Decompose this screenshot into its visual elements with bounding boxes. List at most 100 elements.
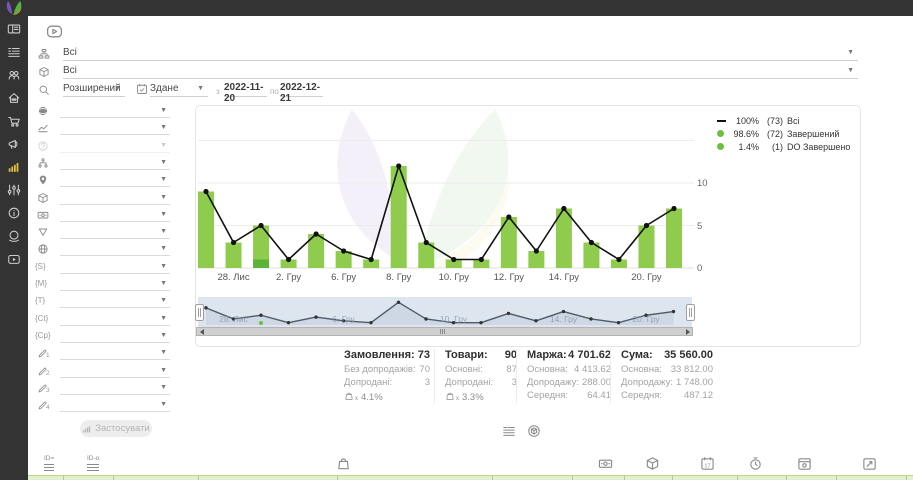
status-group-dropdown[interactable]: Всі ▼ (63, 46, 858, 61)
scrollbar-grip[interactable] (440, 329, 445, 334)
filter-dropdown-9[interactable]: ▼ (60, 260, 170, 274)
chart-scrollbar[interactable] (196, 327, 693, 336)
filter-dropdown-17[interactable]: ▼ (60, 398, 170, 412)
filter-dropdown-3[interactable]: ▼ (60, 156, 170, 170)
sidebar-item-clients[interactable] (6, 70, 22, 85)
sidebar-item-marketing[interactable] (6, 139, 22, 154)
filter-dropdown-14[interactable]: ▼ (60, 346, 170, 360)
calendar-day-icon[interactable] (797, 456, 812, 476)
filter-dropdown-8[interactable]: ▼ (60, 242, 170, 256)
orders-ido-icon[interactable]: ID-o (87, 456, 99, 471)
date-from-input[interactable]: 2022-11-20 (224, 82, 267, 97)
apply-filters-button[interactable]: Застосувати (80, 420, 152, 437)
scrollbar-left-arrow[interactable] (197, 328, 206, 335)
filter-dropdown-2[interactable]: ▼ (60, 139, 170, 153)
stat-column-0: Замовлення:73Без допродажів:70Допродані:… (344, 349, 430, 404)
package-icon (37, 191, 52, 205)
app-logo (5, 1, 24, 15)
x-tick: 14. Гру (542, 272, 586, 283)
filter-dropdown-12[interactable]: ▼ (60, 312, 170, 326)
filter-row-6: ▼ (33, 208, 170, 223)
legend-item-2[interactable]: 1.4%(1)DO Завершено (717, 140, 857, 153)
bag-icon (344, 391, 354, 404)
y-tick-5: 5 (697, 221, 715, 232)
money-icon[interactable] (598, 456, 613, 476)
filter-row-8: ▼ (33, 242, 170, 257)
sidebar-item-integrations[interactable] (6, 185, 22, 200)
trend-icon (37, 121, 52, 135)
search-mode-dropdown[interactable]: Розширений ▼ (63, 82, 125, 97)
filter-dropdown-16[interactable]: ▼ (60, 381, 170, 395)
filter-dropdown-7[interactable]: ▼ (60, 225, 170, 239)
warehouse-icon (7, 91, 21, 110)
sidebar-item-orders[interactable] (6, 47, 22, 62)
filter-dropdown-11[interactable]: ▼ (60, 294, 170, 308)
sidebar-item-procurement[interactable] (6, 116, 22, 131)
filter-row-0: ▼ (33, 104, 170, 119)
chart-range-navigator[interactable]: 28. Лис6. Гру10. Гру14. Гру20. Гру (198, 297, 692, 327)
svg-text:17: 17 (704, 463, 710, 469)
orders-chart-plot[interactable] (196, 106, 716, 291)
legend-dot-marker (717, 130, 729, 137)
cart-icon (7, 114, 21, 133)
y-tick-0: 0 (697, 263, 715, 274)
package-icon (38, 65, 50, 83)
filter-dropdown-10[interactable]: ▼ (60, 277, 170, 291)
chevron-down-icon: ▼ (160, 332, 167, 339)
package-circle-icon[interactable] (527, 424, 542, 439)
filter-dropdown-5[interactable]: ▼ (60, 191, 170, 205)
chevron-down-icon: ▼ (114, 85, 121, 92)
package-icon[interactable] (645, 456, 660, 476)
sidebar-item-about[interactable] (6, 208, 22, 223)
filter-row-2: ▼ (33, 139, 170, 154)
stat-column-1: Товари:90Основні:87Допродані:3x3.3% (434, 349, 517, 404)
chevron-down-icon: ▼ (847, 67, 854, 74)
search-icon (38, 83, 50, 101)
date-field-dropdown[interactable]: Здане ▼ (150, 82, 208, 97)
filter-dropdown-6[interactable]: ▼ (60, 208, 170, 222)
filter-dropdown-13[interactable]: ▼ (60, 329, 170, 343)
filter-dropdown-4[interactable]: ▼ (60, 173, 170, 187)
bar-chart-icon (7, 160, 21, 179)
filter-row-7: ▼ (33, 225, 170, 240)
chevron-down-icon: ▼ (197, 85, 204, 92)
pin-icon (37, 173, 52, 187)
video-tutorial-button[interactable] (46, 23, 68, 39)
filter-dropdown-15[interactable]: ▼ (60, 364, 170, 378)
summary-list-icon[interactable] (502, 424, 517, 439)
sidebar-item-warehouse[interactable] (6, 93, 22, 108)
filter-dropdown-1[interactable]: ▼ (60, 121, 170, 135)
navigator-right-handle[interactable] (686, 304, 695, 321)
filter-row-4: ▼ (33, 173, 170, 188)
table-header-strip (28, 475, 913, 480)
brace-var-icon: {Cp} (35, 331, 51, 340)
chevron-down-icon: ▼ (160, 228, 167, 235)
calendar-export-icon[interactable] (862, 456, 877, 476)
calendar-17-icon[interactable]: 17 (700, 456, 715, 476)
date-from-label: з (216, 87, 220, 96)
date-to-input[interactable]: 2022-12-21 (280, 82, 323, 97)
orders-id-icon[interactable]: ID= (44, 456, 54, 471)
sidebar-item-tutorials[interactable] (6, 254, 22, 269)
sidebar-item-statistics[interactable] (6, 162, 22, 177)
filter-dropdown-0[interactable]: ▼ (60, 104, 170, 118)
legend-item-1[interactable]: 98.6%(72)Завершений (717, 127, 857, 140)
products-dropdown[interactable]: Всі ▼ (63, 64, 858, 79)
sidebar-item-dashboard[interactable] (6, 24, 22, 39)
navigator-left-handle[interactable] (195, 304, 204, 321)
chevron-down-icon: ▼ (160, 194, 167, 201)
sidebar-item-partners[interactable] (6, 231, 22, 246)
chevron-down-icon: ▼ (160, 384, 167, 391)
chevron-down-icon: ▼ (160, 297, 167, 304)
filter-row-12: {Ct} ▼ (33, 312, 170, 327)
timer-icon[interactable] (748, 456, 763, 476)
x-tick: 2. Гру (267, 272, 311, 283)
filter-row-15: 2▼ (33, 364, 170, 379)
scrollbar-right-arrow[interactable] (683, 328, 692, 335)
bag-icon[interactable] (336, 456, 351, 476)
stat-value: 35 560.00 (664, 349, 713, 364)
question-icon (37, 139, 52, 153)
legend-item-0[interactable]: 100%(73)Всі (717, 114, 857, 127)
chevron-down-icon: ▼ (160, 107, 167, 114)
brace-var-icon: {Ct} (35, 314, 48, 323)
